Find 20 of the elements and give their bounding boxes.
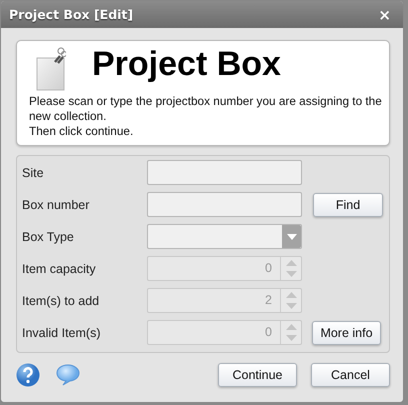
help-icon[interactable]	[16, 363, 40, 387]
field-label: Item capacity	[22, 262, 97, 276]
continue-button[interactable]: Continue	[218, 363, 297, 387]
window-title: Project Box [Edit]	[9, 7, 134, 22]
dropdown-field[interactable]	[147, 224, 302, 249]
field-label: Invalid Item(s)	[22, 326, 102, 340]
text-field[interactable]	[147, 192, 302, 217]
close-button[interactable]: ×	[376, 6, 393, 24]
field-label: Item(s) to add	[22, 294, 100, 308]
field-label: Box number	[22, 198, 90, 212]
caret-icon	[286, 234, 296, 240]
dialog-heading: Project Box	[92, 45, 281, 84]
field-label: Box Type	[22, 230, 75, 244]
cancel-button[interactable]: Cancel	[311, 363, 390, 387]
text-field[interactable]	[147, 160, 302, 185]
clipped-paper-icon	[36, 46, 66, 91]
instruction-text: Please scan or type the projectbox number you are assigning to the new collection. Then click continue.	[29, 94, 383, 139]
field-label: Site	[22, 166, 45, 180]
action-button[interactable]: Find	[313, 192, 383, 216]
speech-bubble-icon[interactable]	[56, 364, 80, 386]
